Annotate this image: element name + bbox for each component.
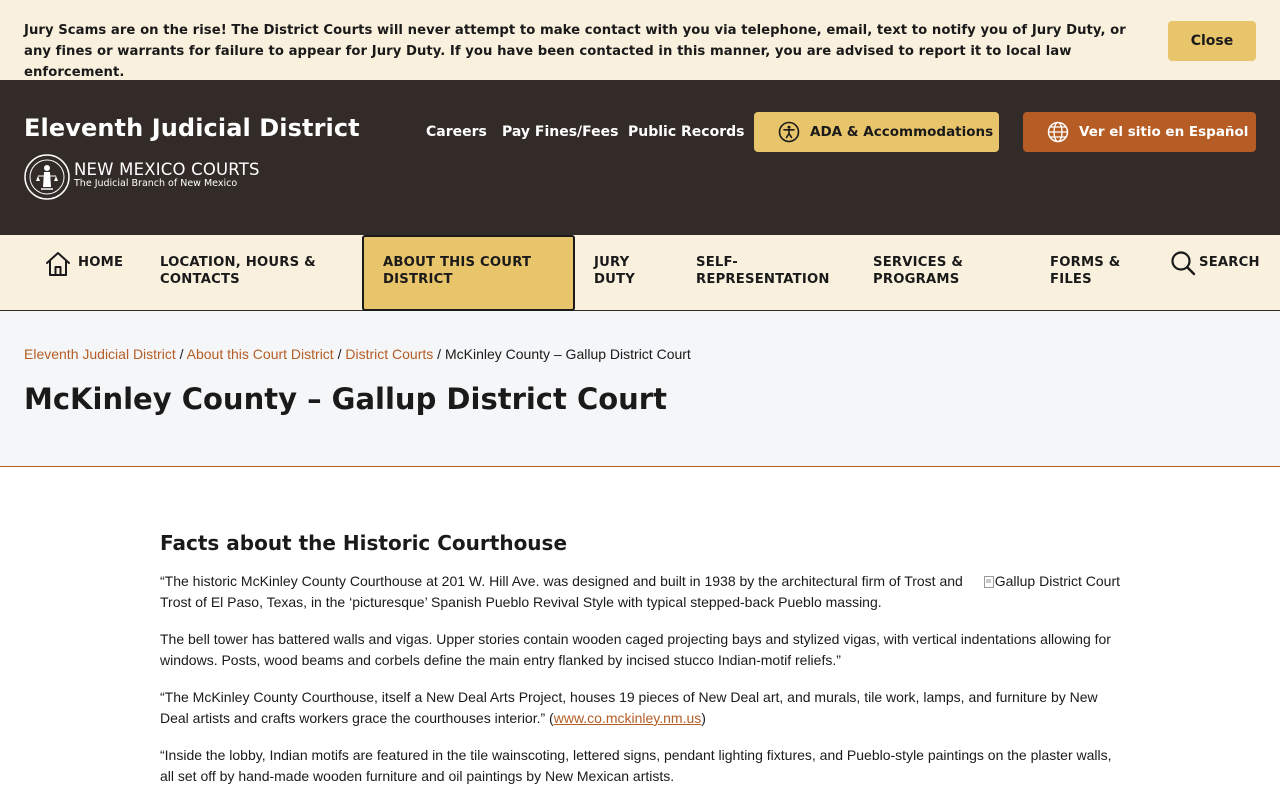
breadcrumb-separator: /: [333, 346, 346, 362]
logo-name: NEW MEXICO COURTS: [74, 160, 260, 179]
jury-scam-alert: Jury Scams are on the rise! The District…: [0, 0, 1280, 80]
page-header: Eleventh Judicial District / About this …: [0, 311, 1280, 467]
nav-home[interactable]: Home: [78, 254, 123, 271]
site-title[interactable]: Eleventh Judicial District: [24, 114, 360, 142]
ada-label: ADA & Accommodations: [810, 124, 994, 140]
nav-location-hours-contacts[interactable]: Location, Hours & Contacts: [160, 254, 330, 288]
breadcrumb-current: McKinley County – Gallup District Court: [444, 346, 691, 362]
careers-link[interactable]: Careers: [426, 124, 487, 140]
nav-self-representation-label: SELF- REPRESENTATION: [696, 255, 830, 287]
paragraph-4: “Inside the lobby, Indian motifs are fea…: [160, 747, 1112, 784]
nm-courts-logo[interactable]: NEW MEXICO COURTS The Judicial Branch of…: [24, 154, 284, 204]
nav-jury-duty[interactable]: Jury Duty: [594, 254, 654, 288]
breadcrumb-link-district-courts[interactable]: District Courts: [345, 346, 433, 362]
paragraph-1: “The historic McKinley County Courthouse…: [160, 573, 963, 610]
nav-services-programs[interactable]: Services & Programs: [873, 254, 1013, 288]
ada-accommodations-button[interactable]: ADA & Accommodations: [754, 112, 999, 152]
public-records-link[interactable]: Public Records: [628, 124, 744, 140]
breadcrumb: Eleventh Judicial District / About this …: [24, 346, 691, 362]
breadcrumb-link-about[interactable]: About this Court District: [187, 346, 334, 362]
main-nav: Home Location, Hours & Contacts About th…: [0, 235, 1280, 311]
paragraph-3: “The McKinley County Courthouse, itself …: [160, 687, 1120, 729]
globe-icon: [1047, 121, 1069, 143]
alert-close-button[interactable]: Close: [1168, 21, 1256, 61]
paragraph-3-end: ): [701, 710, 706, 726]
site-header: Eleventh Judicial District NEW MEXICO CO…: [0, 80, 1280, 235]
paragraph-2: The bell tower has battered walls and vi…: [160, 631, 1111, 668]
section-title: Facts about the Historic Courthouse: [160, 531, 568, 555]
nav-forms-files[interactable]: Forms & Files: [1050, 254, 1140, 288]
gallup-court-image: Gallup District Court: [983, 573, 1120, 589]
main-content: Facts about the Historic Courthouse Gall…: [160, 531, 1120, 800]
image-alt-text: Gallup District Court: [994, 573, 1120, 589]
breadcrumb-separator: /: [175, 346, 187, 362]
logo-tagline: The Judicial Branch of New Mexico: [74, 178, 238, 189]
court-seal-icon: [24, 154, 70, 200]
nav-about-court-district[interactable]: About this Court District: [383, 254, 563, 288]
breadcrumb-separator: /: [433, 346, 445, 362]
spanish-label: Ver el sitio en Español: [1079, 124, 1249, 140]
breadcrumb-link-home[interactable]: Eleventh Judicial District: [24, 346, 176, 362]
pay-fines-link[interactable]: Pay Fines/Fees: [502, 124, 619, 140]
nav-search[interactable]: Search: [1199, 254, 1260, 271]
spanish-site-button[interactable]: Ver el sitio en Español: [1023, 112, 1256, 152]
broken-image-icon: [983, 575, 994, 588]
mckinley-county-link[interactable]: www.co.mckinley.nm.us: [554, 710, 702, 726]
home-icon[interactable]: [44, 250, 72, 278]
page-title: McKinley County – Gallup District Court: [24, 382, 667, 416]
alert-message: Jury Scams are on the rise! The District…: [24, 23, 1126, 80]
search-icon[interactable]: [1170, 250, 1196, 276]
accessibility-icon: [778, 121, 800, 143]
nav-self-representation[interactable]: SELF- REPRESENTATION: [696, 254, 846, 288]
